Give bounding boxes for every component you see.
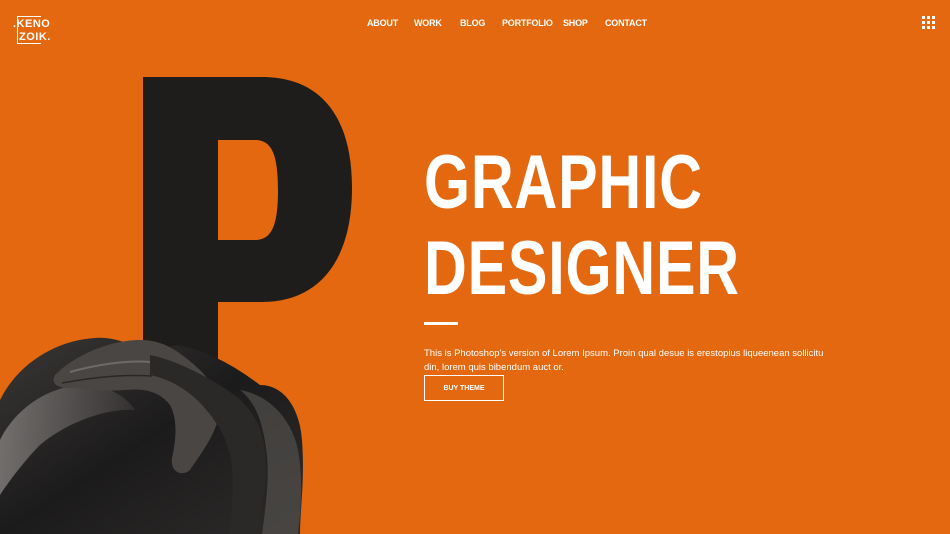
hero-description: This is Photoshop's version of Lorem Ips…	[424, 347, 824, 373]
nav-item-shop[interactable]: SHOP	[563, 16, 588, 30]
letter-p-shape	[143, 77, 352, 390]
buy-theme-button[interactable]: BUY THEME	[424, 375, 504, 401]
nav-item-blog[interactable]: BLOG	[460, 16, 485, 30]
letter-p-portrait-image	[0, 77, 352, 534]
hero-headline: GRAPHIC DESIGNER	[424, 140, 904, 312]
nav-item-portfolio[interactable]: PORTFOLIO	[502, 16, 553, 30]
headline-line2: DESIGNER	[424, 226, 740, 311]
grid-menu-icon[interactable]	[922, 16, 936, 30]
hero-divider	[424, 322, 458, 325]
nav-item-contact[interactable]: CONTACT	[605, 16, 647, 30]
headline-line1: GRAPHIC	[424, 140, 703, 225]
